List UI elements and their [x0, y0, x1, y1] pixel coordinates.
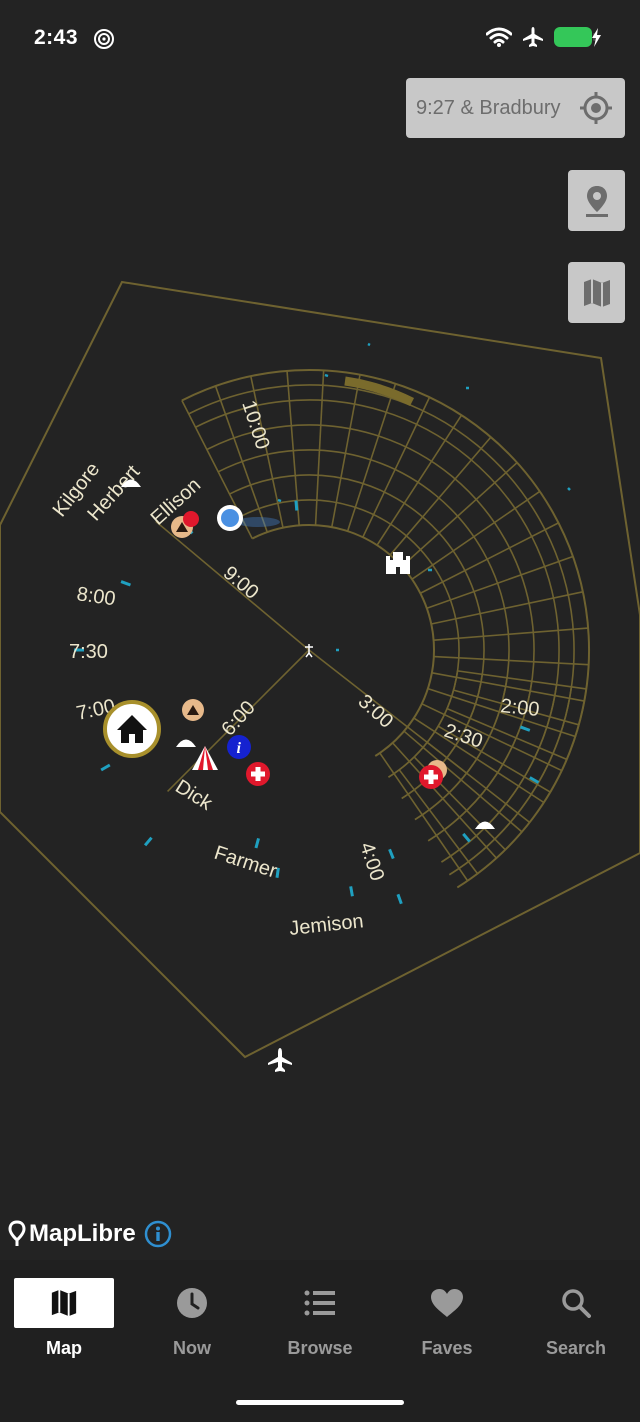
home-indicator: [236, 1400, 404, 1405]
radial-street: [457, 670, 587, 690]
radial-street: [389, 436, 492, 556]
maplibre-attribution: MapLibre: [8, 1220, 172, 1248]
maplibre-label: MapLibre: [29, 1220, 136, 1247]
medical-icon[interactable]: [246, 762, 270, 786]
maplibre-logo-icon: [8, 1220, 26, 1246]
street-label-jemison: Jemison: [288, 910, 364, 940]
heart-icon: [431, 1289, 463, 1317]
crosshair-icon: [580, 92, 612, 124]
radial-street: [275, 867, 280, 878]
time-label-200: 2:00: [499, 695, 540, 721]
igloo-icon[interactable]: [176, 739, 196, 748]
radial-street: [100, 763, 111, 772]
tab-now-label: Now: [173, 1338, 211, 1358]
radial-street: [254, 837, 260, 849]
street-arc: [195, 399, 560, 863]
radial-street: [411, 490, 541, 580]
radial-street: [388, 848, 395, 860]
tab-faves-label: Faves: [421, 1338, 473, 1358]
location-address-text: 9:27 & Bradbury: [416, 96, 561, 119]
map-layers-icon: [583, 278, 610, 307]
tab-search-label: Search: [545, 1338, 607, 1358]
time-labels: 10:00 9:00 8:00 7:30 7:00 6:00 4:00 3:00…: [69, 398, 541, 884]
street-arc: [240, 499, 460, 778]
street-arc: [181, 369, 590, 889]
clock-icon: [177, 1288, 207, 1318]
radial-street: [294, 500, 299, 511]
perimeter-fence: [0, 280, 640, 1059]
radial-street: [314, 370, 325, 526]
medical-icon[interactable]: [419, 765, 443, 789]
user-location-marker: [217, 505, 280, 531]
radial-street: [349, 886, 354, 897]
the-man-icon: [305, 644, 313, 658]
street-label-dick: Dick: [171, 776, 216, 816]
map-view[interactable]: Kilgore Herbert Ellison Dick Farmer Jemi…: [0, 0, 640, 1260]
time-label-300: 3:00: [354, 690, 398, 732]
drop-pin-button[interactable]: [568, 170, 625, 231]
home-camp-marker[interactable]: [103, 700, 161, 758]
tab-faves[interactable]: Faves: [397, 1278, 497, 1378]
map-icon: [51, 1289, 77, 1317]
search-icon: [562, 1289, 591, 1318]
tab-bar: Map Now Browse Faves Search: [0, 1260, 640, 1422]
time-label-1000: 10:00: [237, 398, 273, 452]
street-arc: [188, 384, 575, 876]
tab-search[interactable]: Search: [526, 1278, 626, 1378]
medical-icon[interactable]: [183, 511, 199, 527]
time-label-600: 6:00: [217, 697, 259, 741]
time-label-230: 2:30: [441, 720, 485, 753]
radial-street: [120, 580, 131, 587]
street-label-farmer: Farmer: [211, 842, 279, 883]
tab-browse-label: Browse: [287, 1338, 353, 1358]
radial-street: [426, 555, 574, 610]
info-icon[interactable]: i: [227, 735, 251, 759]
tab-map-label: Map: [46, 1338, 82, 1358]
airport-icon[interactable]: [268, 1048, 292, 1072]
time-label-800: 8:00: [75, 583, 117, 610]
radial-street: [143, 836, 153, 847]
radial-street: [396, 893, 403, 905]
radial-street: [519, 725, 531, 732]
info-icon[interactable]: [144, 1220, 172, 1248]
location-pin-icon: [585, 185, 608, 217]
camp-icon[interactable]: [182, 699, 204, 721]
time-label-730: 7:30: [69, 641, 108, 663]
map-layers-button[interactable]: [568, 262, 625, 323]
tab-map[interactable]: Map: [14, 1278, 114, 1378]
radial-street: [433, 655, 589, 666]
radial-street: [462, 832, 471, 843]
radial-street: [433, 627, 589, 641]
time-label-400: 4:00: [355, 840, 388, 884]
tab-browse[interactable]: Browse: [270, 1278, 370, 1378]
svg-text:i: i: [237, 740, 242, 757]
radial-street: [420, 522, 559, 594]
time-label-900: 9:00: [219, 562, 263, 604]
street-grid: [74, 369, 590, 905]
list-icon: [304, 1290, 335, 1316]
tab-now[interactable]: Now: [142, 1278, 242, 1378]
location-address-button[interactable]: 9:27 & Bradbury: [406, 78, 625, 138]
circus-tent-icon[interactable]: [192, 746, 218, 770]
